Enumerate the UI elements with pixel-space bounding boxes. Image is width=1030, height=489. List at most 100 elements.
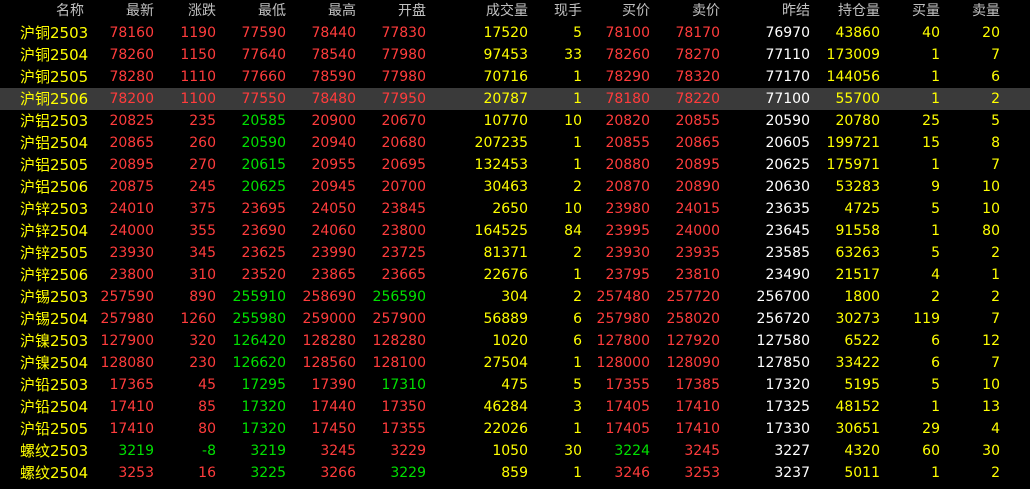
col-header-bid[interactable]: 买价 bbox=[592, 0, 650, 22]
ask-price: 23935 bbox=[675, 245, 720, 261]
table-row[interactable]: 沪铅2504 17410 85 17320 17440 17350 46284 3 17405 1… bbox=[0, 396, 1030, 418]
table-row[interactable]: 沪镍2504 128080 230 126620 128560 128100 27504 1 1… bbox=[0, 352, 1030, 374]
ask-volume: 7 bbox=[991, 47, 1000, 63]
table-row[interactable]: 沪镍2503 127900 320 126420 128280 128280 1020 6 12… bbox=[0, 330, 1030, 352]
prev-settle: 20605 bbox=[765, 135, 810, 151]
col-header-ask-volume[interactable]: 卖量 bbox=[952, 0, 1000, 22]
table-row[interactable]: 沪锌2504 24000 355 23690 24060 23800 164525 84 239… bbox=[0, 220, 1030, 242]
high-price: 259000 bbox=[302, 311, 356, 327]
bid-price: 78290 bbox=[605, 69, 650, 85]
bid-volume: 25 bbox=[922, 113, 940, 129]
instrument-name: 沪锡2503 bbox=[20, 288, 89, 306]
instrument-name: 沪锌2505 bbox=[20, 244, 89, 262]
col-header-prev-settle[interactable]: 昨结 bbox=[752, 0, 810, 22]
tick-volume: 1 bbox=[573, 267, 582, 283]
high-price: 20945 bbox=[311, 179, 356, 195]
table-row[interactable]: 沪锡2504 257980 1260 255980 259000 257900 56889 6… bbox=[0, 308, 1030, 330]
col-header-name[interactable]: 名称 bbox=[0, 0, 84, 22]
col-header-tick[interactable]: 现手 bbox=[540, 0, 582, 22]
table-row[interactable]: 沪锡2503 257590 890 255910 258690 256590 304 2 257… bbox=[0, 286, 1030, 308]
ask-price: 20895 bbox=[675, 157, 720, 173]
ask-volume: 10 bbox=[982, 377, 1000, 393]
col-header-ask[interactable]: 卖价 bbox=[662, 0, 720, 22]
tick-volume: 10 bbox=[564, 201, 582, 217]
ask-price: 23810 bbox=[675, 267, 720, 283]
tick-volume: 1 bbox=[573, 421, 582, 437]
ask-price: 128090 bbox=[666, 355, 720, 371]
table-row[interactable]: 沪铜2504 78260 1150 77640 78540 77980 97453 33 782… bbox=[0, 44, 1030, 66]
low-price: 20615 bbox=[241, 157, 286, 173]
table-row[interactable]: 沪铜2506 78200 1100 77550 78480 77950 20787 1 7818… bbox=[0, 88, 1030, 110]
low-price: 23625 bbox=[241, 245, 286, 261]
prev-settle: 17320 bbox=[765, 377, 810, 393]
table-row[interactable]: 沪锌2503 24010 375 23695 24050 23845 2650 10 23980… bbox=[0, 198, 1030, 220]
high-price: 3245 bbox=[320, 443, 356, 459]
table-row[interactable]: 沪铝2506 20875 245 20625 20945 20700 30463 2 20870… bbox=[0, 176, 1030, 198]
open-interest: 55700 bbox=[835, 91, 880, 107]
volume: 207235 bbox=[474, 135, 528, 151]
last-price: 17365 bbox=[109, 377, 154, 393]
table-row[interactable]: 螺纹2503 3219 -8 3219 3245 3229 1050 30 3224 3245 32… bbox=[0, 440, 1030, 462]
table-row[interactable]: 沪铝2504 20865 260 20590 20940 20680 207235 1 2085… bbox=[0, 132, 1030, 154]
high-price: 17390 bbox=[311, 377, 356, 393]
table-row[interactable]: 沪铅2503 17365 45 17295 17390 17310 475 5 17355 173… bbox=[0, 374, 1030, 396]
low-price: 77590 bbox=[241, 25, 286, 41]
low-price: 20585 bbox=[241, 113, 286, 129]
last-price: 3219 bbox=[118, 443, 154, 459]
price-change: 320 bbox=[189, 333, 216, 349]
table-row[interactable]: 沪铝2503 20825 235 20585 20900 20670 10770 10 2082… bbox=[0, 110, 1030, 132]
price-change: 310 bbox=[189, 267, 216, 283]
last-price: 78160 bbox=[109, 25, 154, 41]
high-price: 20900 bbox=[311, 113, 356, 129]
bid-volume: 1 bbox=[931, 157, 940, 173]
volume: 132453 bbox=[474, 157, 528, 173]
table-row[interactable]: 沪铝2505 20895 270 20615 20955 20695 132453 1 2088… bbox=[0, 154, 1030, 176]
col-header-change[interactable]: 涨跌 bbox=[170, 0, 216, 22]
table-row[interactable]: 沪铅2505 17410 80 17320 17450 17355 22026 1 17405 1… bbox=[0, 418, 1030, 440]
open-interest: 5011 bbox=[844, 465, 880, 481]
table-row[interactable]: 沪铜2503 78160 1190 77590 78440 77830 17520 5 7810… bbox=[0, 22, 1030, 44]
open-interest: 6522 bbox=[844, 333, 880, 349]
ask-price: 17385 bbox=[675, 377, 720, 393]
open-interest: 144056 bbox=[826, 69, 880, 85]
high-price: 23990 bbox=[311, 245, 356, 261]
volume: 97453 bbox=[483, 47, 528, 63]
ask-price: 78270 bbox=[675, 47, 720, 63]
last-price: 23800 bbox=[109, 267, 154, 283]
col-header-high[interactable]: 最高 bbox=[298, 0, 356, 22]
table-row[interactable]: 沪锌2505 23930 345 23625 23990 23725 81371 2 23930… bbox=[0, 242, 1030, 264]
ask-volume: 5 bbox=[991, 113, 1000, 129]
bid-price: 257480 bbox=[596, 289, 650, 305]
table-row[interactable]: 沪锌2506 23800 310 23520 23865 23665 22676 1 23795… bbox=[0, 264, 1030, 286]
volume: 20787 bbox=[483, 91, 528, 107]
bid-volume: 119 bbox=[913, 311, 940, 327]
prev-settle: 20630 bbox=[765, 179, 810, 195]
col-header-open[interactable]: 开盘 bbox=[368, 0, 426, 22]
low-price: 255980 bbox=[232, 311, 286, 327]
last-price: 23930 bbox=[109, 245, 154, 261]
col-header-low[interactable]: 最低 bbox=[228, 0, 286, 22]
col-header-bid-volume[interactable]: 买量 bbox=[892, 0, 940, 22]
prev-settle: 23490 bbox=[765, 267, 810, 283]
col-header-open-interest[interactable]: 持仓量 bbox=[822, 0, 880, 22]
open-interest: 43860 bbox=[835, 25, 880, 41]
open-interest: 4320 bbox=[844, 443, 880, 459]
high-price: 24060 bbox=[311, 223, 356, 239]
table-row[interactable]: 螺纹2504 3253 16 3225 3266 3229 859 1 3246 3253 3237… bbox=[0, 462, 1030, 484]
prev-settle: 3227 bbox=[774, 443, 810, 459]
last-price: 128080 bbox=[100, 355, 154, 371]
table-row[interactable]: 沪铜2505 78280 1110 77660 78590 77980 70716 1 7829… bbox=[0, 66, 1030, 88]
high-price: 78480 bbox=[311, 91, 356, 107]
high-price: 20955 bbox=[311, 157, 356, 173]
open-price: 3229 bbox=[390, 465, 426, 481]
last-price: 17410 bbox=[109, 399, 154, 415]
low-price: 20625 bbox=[241, 179, 286, 195]
col-header-last[interactable]: 最新 bbox=[96, 0, 154, 22]
col-header-volume[interactable]: 成交量 bbox=[460, 0, 528, 22]
open-interest: 20780 bbox=[835, 113, 880, 129]
high-price: 78590 bbox=[311, 69, 356, 85]
low-price: 23520 bbox=[241, 267, 286, 283]
volume: 1020 bbox=[492, 333, 528, 349]
ask-price: 127920 bbox=[666, 333, 720, 349]
tick-volume: 1 bbox=[573, 69, 582, 85]
